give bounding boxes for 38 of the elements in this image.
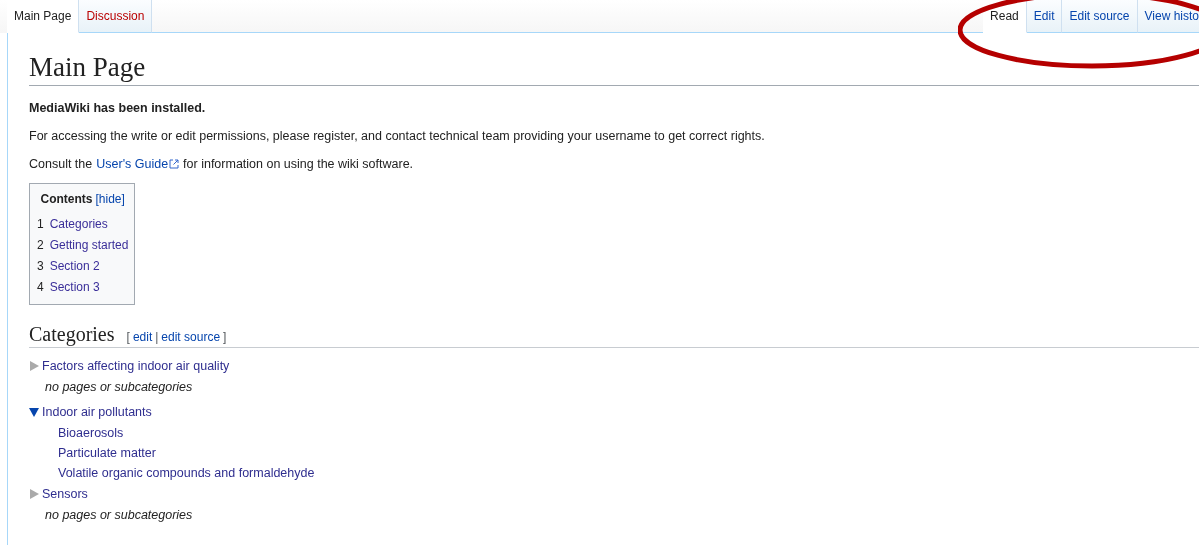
empty-category-note: no pages or subcategories [44,379,194,397]
guide-text: Consult the [29,156,93,173]
guide-text: for information on using the wiki software. [183,156,414,173]
collapse-triangle-icon[interactable] [29,407,39,418]
contents-link[interactable]: Section 3 [49,277,100,299]
contents-link[interactable]: Categories [49,214,108,236]
hide-link[interactable]: [hide] [95,192,125,207]
section-number: 1 [37,216,44,234]
external-link-icon [169,159,180,170]
expand-triangle-icon[interactable] [29,489,39,500]
view-tab[interactable]: Edit source [1062,0,1138,33]
edit-link[interactable]: edit [132,330,153,345]
bracket: ] [223,330,227,345]
page-title: Main Page [29,51,1199,87]
section-number: 3 [37,258,44,276]
view-tab[interactable]: Edit [1026,0,1063,33]
users-guide-link[interactable]: User's Guide [96,156,169,173]
section-number: 2 [37,237,44,255]
edit-source-link[interactable]: edit source [161,330,221,345]
subcategory-link[interactable]: Volatile organic compounds and formaldehyde [58,466,315,481]
section-heading: Categories [29,323,115,347]
section-number: 4 [37,279,44,297]
subcategory-link[interactable]: Particulate matter [58,446,156,461]
contents-link[interactable]: Section 2 [49,256,100,278]
paragraph: For accessing the write or edit permissions, please register, and contact technical team providing your username to get correct rights. [29,128,766,145]
category-link[interactable]: Indoor air pollutants [42,401,152,424]
contents-link[interactable]: Getting started [49,235,129,257]
contents-title: Contents [40,192,93,207]
separator: | [155,330,159,345]
subcategory-link[interactable]: Bioaerosols [58,426,124,441]
category-link[interactable]: Factors affecting indoor air quality [42,355,230,378]
bracket: [ [126,330,130,345]
category-link[interactable]: Sensors [42,483,88,506]
install-notice: MediaWiki has been installed. [29,100,207,117]
expand-triangle-icon[interactable] [29,361,39,372]
page-tab[interactable]: Main Page [7,0,80,33]
empty-category-note: no pages or subcategories [44,507,194,525]
page-tab[interactable]: Discussion [79,0,153,33]
